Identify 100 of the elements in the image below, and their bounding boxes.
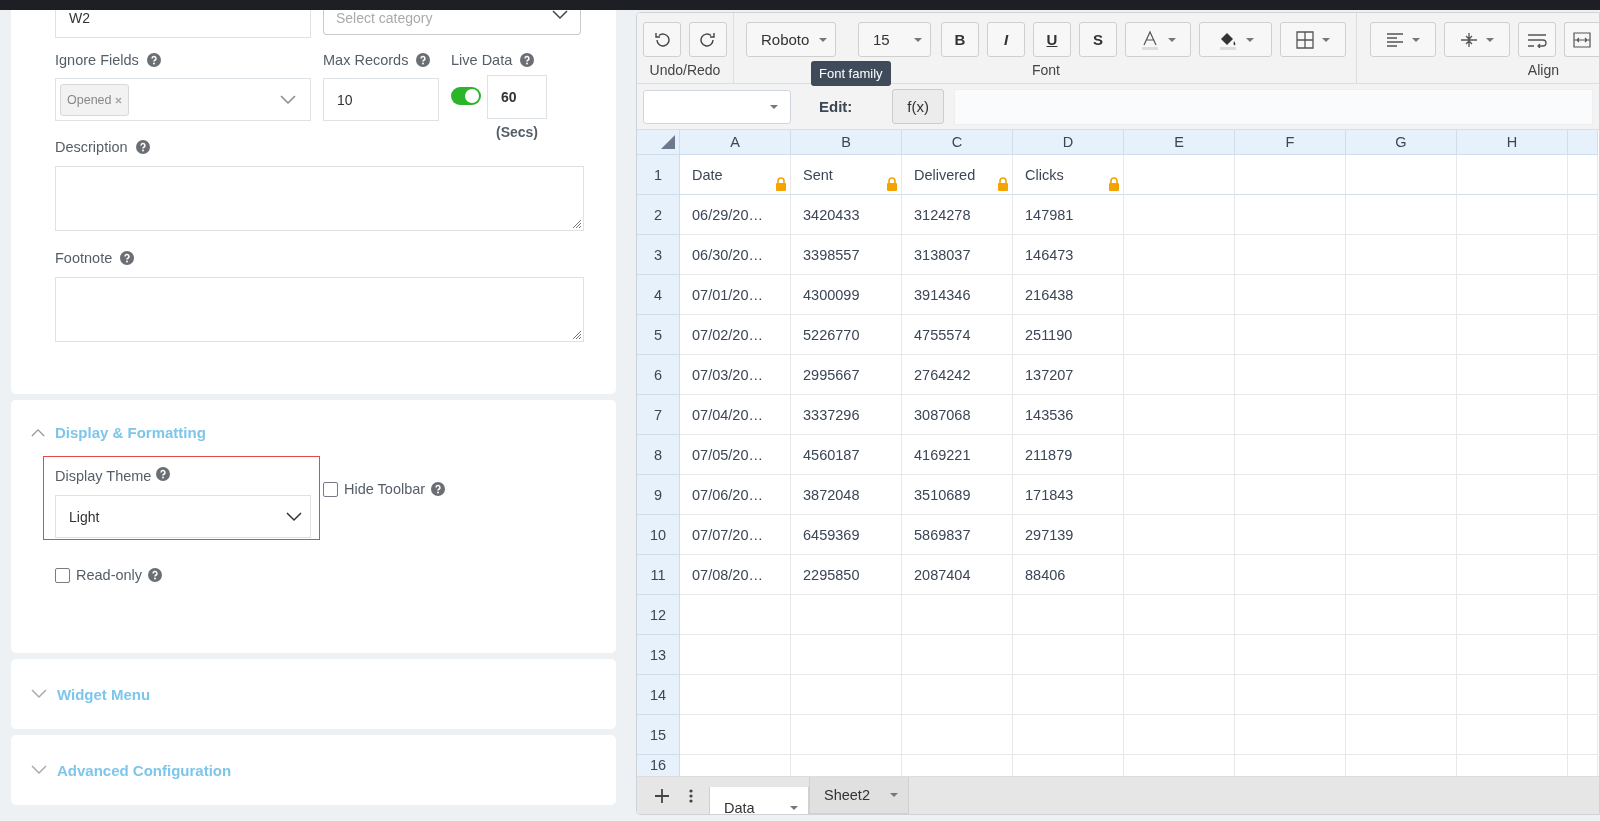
checkbox[interactable] [55,567,70,583]
empty-cell[interactable] [1568,555,1598,595]
empty-cell[interactable] [1457,195,1568,235]
column-header[interactable]: F [1235,130,1346,155]
row-header[interactable]: 6 [637,355,680,395]
font-size-dropdown[interactable]: 15 [858,22,931,57]
row-header[interactable]: 9 [637,475,680,515]
empty-cell[interactable] [1568,235,1598,275]
column-header[interactable]: B [791,130,902,155]
chevron-down-icon[interactable] [31,765,47,775]
sheet-tab[interactable]: Data [709,787,809,814]
empty-cell[interactable] [1568,435,1598,475]
empty-cell[interactable] [1568,595,1598,635]
resize-grip-icon[interactable] [572,219,582,229]
table-cell: 07/03/20… [692,366,763,383]
underline-button[interactable]: U [1033,22,1071,57]
undo-button[interactable] [643,22,681,57]
column-header[interactable]: A [680,130,791,155]
remove-icon[interactable] [114,96,122,104]
table-cell: 2764242 [914,366,971,383]
column-header[interactable]: G [1346,130,1457,155]
column-header[interactable]: C [902,130,1013,155]
italic-button[interactable]: I [987,22,1025,57]
table-cell: 07/01/20… [692,286,763,303]
strike-button[interactable]: S [1079,22,1117,57]
empty-cell[interactable] [1568,195,1598,235]
help-icon [520,53,535,67]
max-records-field[interactable]: 10 [323,78,439,121]
column-header[interactable]: D [1013,130,1124,155]
row-header[interactable]: 1 [637,155,680,195]
fill-color-button[interactable] [1199,22,1272,57]
help-icon [135,140,150,154]
row-header[interactable]: 8 [637,435,680,475]
empty-cell[interactable] [1568,635,1598,675]
empty-cell[interactable] [1568,315,1598,355]
chevron-down-icon[interactable] [31,689,47,699]
caret-icon [1245,37,1254,42]
empty-cell[interactable] [1568,355,1598,395]
help-icon [146,53,161,67]
name-field[interactable]: W2 [55,10,311,38]
chevron-up-icon[interactable] [31,428,45,437]
checkbox[interactable] [323,481,338,497]
bold-button[interactable]: B [941,22,979,57]
table-cell: Clicks [1025,166,1064,183]
empty-cell[interactable] [1346,155,1457,195]
empty-cell[interactable] [1568,675,1598,715]
empty-cell[interactable] [1346,195,1457,235]
empty-cell[interactable] [1235,155,1346,195]
row-header[interactable]: 10 [637,515,680,555]
row-header[interactable]: 2 [637,195,680,235]
wrap-icon [1527,31,1547,48]
more-icon[interactable] [689,788,693,803]
table-cell: 3914346 [914,286,971,303]
row-header[interactable]: 5 [637,315,680,355]
row-header[interactable]: 14 [637,675,680,715]
description-field[interactable] [55,166,584,231]
empty-cell[interactable] [1124,195,1235,235]
empty-cell[interactable] [1568,395,1598,435]
row-header[interactable]: 15 [637,715,680,755]
empty-cell[interactable] [1235,195,1346,235]
toggle-switch[interactable] [451,87,481,105]
merge-button[interactable] [1564,22,1599,57]
tooltip: Font family [811,61,891,86]
table-cell: 147981 [1025,206,1074,223]
row-header[interactable]: 16 [637,755,680,776]
empty-cell[interactable] [1568,515,1598,555]
caret-icon [819,37,827,42]
align-button[interactable] [1370,22,1436,57]
resize-grip-icon[interactable] [572,330,582,340]
interval-field[interactable]: 60 [487,75,547,119]
checkbox-label: Read-only [76,567,143,583]
row-header[interactable]: 3 [637,235,680,275]
text-color-button[interactable] [1125,22,1191,57]
empty-cell[interactable] [1568,275,1598,315]
row-header[interactable]: 13 [637,635,680,675]
row-header[interactable]: 11 [637,555,680,595]
row-header[interactable]: 7 [637,395,680,435]
redo-button[interactable] [689,22,727,57]
empty-cell[interactable] [1457,155,1568,195]
text-color-icon [1140,29,1160,50]
theme-select[interactable]: Light [55,495,311,538]
empty-cell[interactable] [1568,475,1598,515]
empty-cell[interactable] [1124,155,1235,195]
column-header[interactable]: H [1457,130,1568,155]
wrap-button[interactable] [1518,22,1556,57]
empty-cell[interactable] [1568,715,1598,755]
vertical-align-button[interactable] [1444,22,1510,57]
select-all-icon[interactable] [661,135,675,149]
borders-button[interactable] [1280,22,1346,57]
cell-name-dropdown[interactable] [643,89,791,124]
add-sheet-icon[interactable] [655,788,669,803]
column-header[interactable] [1568,130,1598,155]
row-header[interactable]: 4 [637,275,680,315]
footnote-field[interactable] [55,277,584,342]
function-button[interactable]: f(x) [892,89,944,124]
caret-icon [790,806,798,810]
font-family-dropdown[interactable]: Roboto [746,22,836,57]
row-header[interactable]: 12 [637,595,680,635]
column-header[interactable]: E [1124,130,1235,155]
sheet-tab[interactable]: Sheet2 [809,777,909,814]
